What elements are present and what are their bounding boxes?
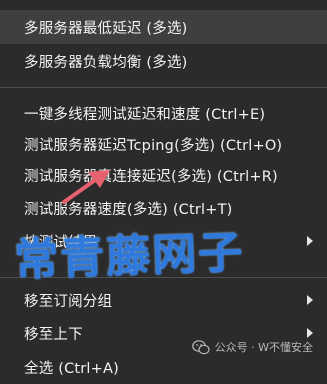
menu-item-tcping-test[interactable]: 测试服务器延迟Tcping(多选) (Ctrl+O) <box>0 127 327 161</box>
menu-item-label: 移至上下 <box>24 326 83 343</box>
menu-item-label: 全选 (Ctrl+A) <box>24 360 119 377</box>
menu-item-one-click-test[interactable]: 一键多线程测试延迟和速度 (Ctrl+E) <box>0 96 327 130</box>
chevron-right-icon <box>307 328 313 338</box>
chevron-right-icon <box>307 236 313 246</box>
chevron-right-icon <box>307 295 313 305</box>
menu-item-multi-server-load-balance[interactable]: 多服务器负载均衡 (多选) <box>0 44 327 78</box>
menu-separator <box>0 87 327 88</box>
menu-item-move-to-subscription-group[interactable]: 移至订阅分组 <box>0 283 327 317</box>
menu-item-label: 移至订阅分组 <box>24 293 113 310</box>
menu-item-by-test-result[interactable]: 按测试结果 <box>0 224 327 258</box>
menu-item-label: 按测试结果 <box>24 234 98 251</box>
menu-item-speed-test[interactable]: 测试服务器速度(多选) (Ctrl+T) <box>0 191 327 225</box>
wechat-icon <box>191 339 210 354</box>
menu-item-multi-server-lowest-latency[interactable]: 多服务器最低延迟 (多选) <box>0 10 327 44</box>
menu-item-label: 测试服务器延迟Tcping(多选) (Ctrl+O) <box>24 137 283 154</box>
watermark-credit: 公众号 · W不懂安全 <box>191 339 313 355</box>
menu-item-label: 多服务器负载均衡 (多选) <box>24 54 188 71</box>
watermark-credit-text: 公众号 · W不懂安全 <box>214 341 313 354</box>
menu-item-real-connection-test[interactable]: 测试服务器真连接延迟(多选) (Ctrl+R) <box>0 158 327 192</box>
menu-separator <box>0 277 327 278</box>
arrow-pointer-icon <box>62 170 110 204</box>
menu-item-label: 多服务器最低延迟 (多选) <box>24 20 188 37</box>
menu-item-select-all[interactable]: 全选 (Ctrl+A) <box>0 350 327 384</box>
context-menu: 多服务器最低延迟 (多选) 多服务器负载均衡 (多选) 一键多线程测试延迟和速度… <box>0 0 327 377</box>
menu-item-label: 一键多线程测试延迟和速度 (Ctrl+E) <box>24 106 266 123</box>
menu-item-label: 测试服务器速度(多选) (Ctrl+T) <box>24 201 233 218</box>
